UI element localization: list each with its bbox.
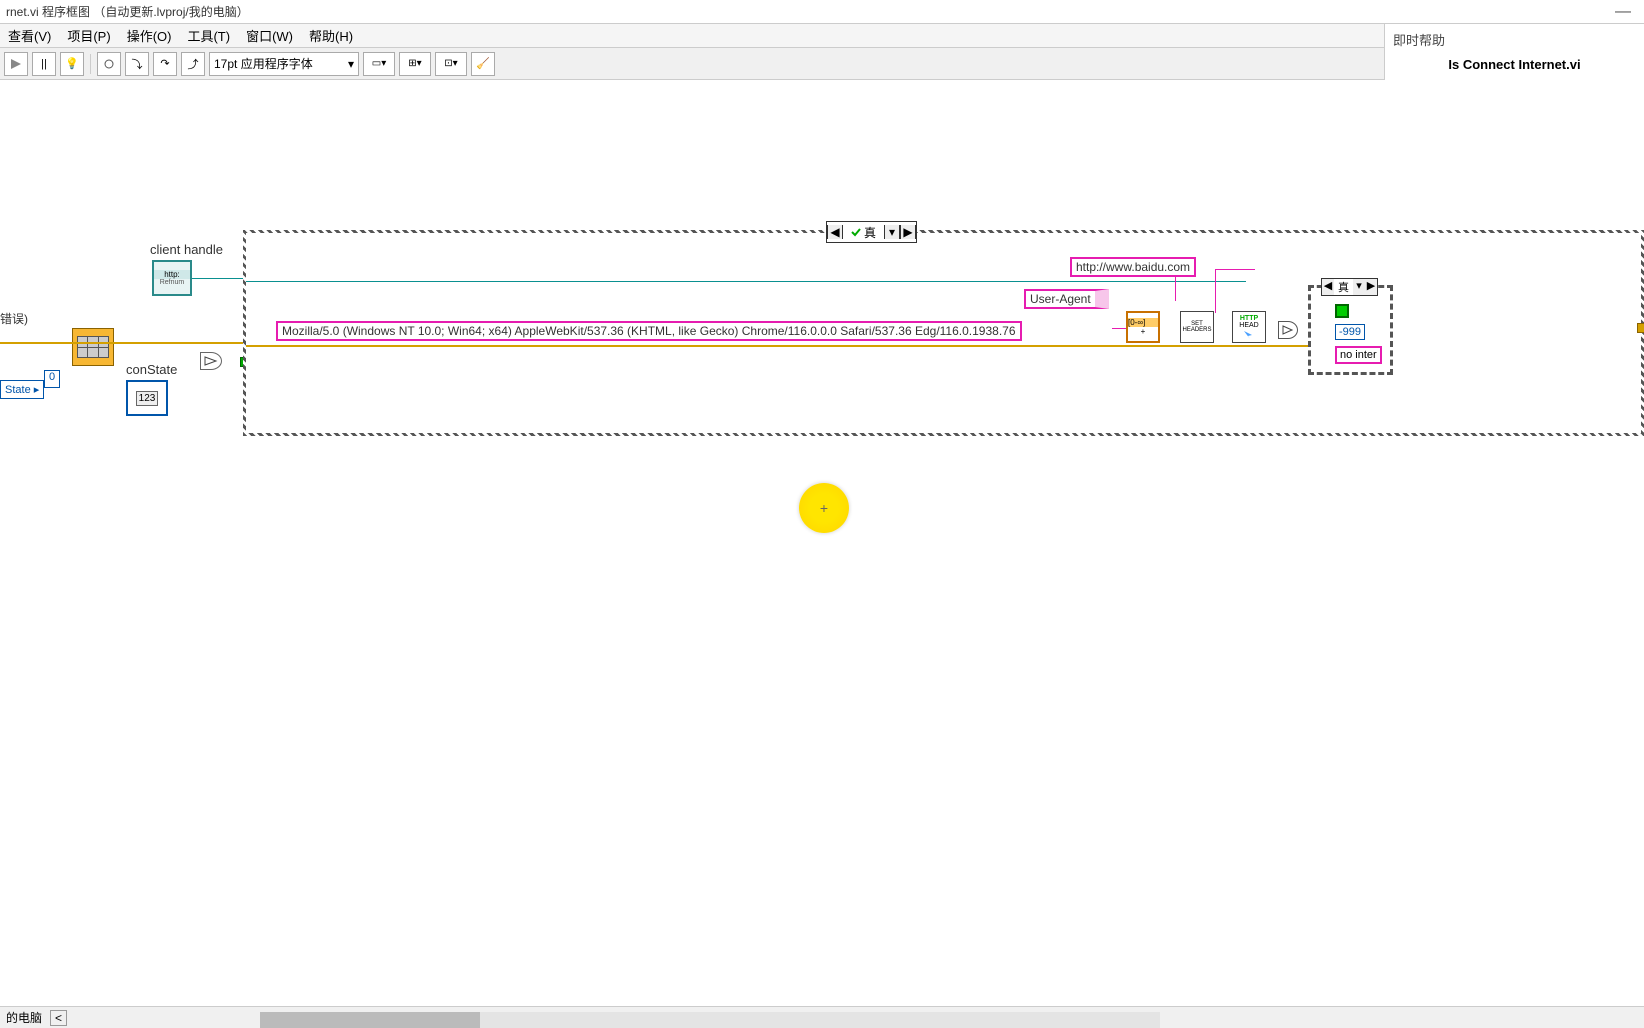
state-cluster-constant[interactable]: State ▸ — [0, 380, 44, 399]
window-title: rnet.vi 程序框图 （自动更新.lvproj/我的电脑） — [6, 3, 249, 20]
font-selector[interactable]: 17pt 应用程序字体 ▾ — [209, 52, 359, 76]
client-wire-inside — [246, 281, 1246, 282]
highlight-execution-button[interactable]: 💡 — [60, 52, 84, 76]
inner-case-selector[interactable]: ◀ 真 ▾ ▶ — [1321, 278, 1378, 296]
constate-indicator[interactable]: 123 — [126, 380, 168, 416]
inner-case-prev[interactable]: ◀ — [1322, 279, 1334, 295]
font-selector-label: 17pt 应用程序字体 — [214, 55, 313, 72]
checkmark-icon — [851, 227, 861, 237]
merge-icon — [1282, 324, 1294, 336]
case-next-button[interactable]: ▶ — [900, 225, 916, 239]
error-source-constant[interactable]: no inter — [1335, 346, 1382, 364]
url-string-constant[interactable]: http://www.baidu.com — [1070, 257, 1196, 277]
status-bar: 的电脑 < — [0, 1006, 1644, 1028]
constate-label: conState — [126, 362, 177, 377]
url-wire-h — [1215, 269, 1255, 270]
constate-value: 123 — [136, 391, 159, 406]
error-code-constant[interactable]: -999 — [1335, 324, 1365, 340]
menu-help[interactable]: 帮助(H) — [301, 26, 361, 45]
menu-operate[interactable]: 操作(O) — [119, 26, 180, 45]
set-headers-node[interactable]: SET HEADERS — [1180, 311, 1214, 343]
error-wire — [0, 342, 243, 344]
http-head-node[interactable]: HTTP HEAD — [1232, 311, 1266, 343]
horizontal-scrollbar[interactable] — [260, 1012, 1160, 1028]
run-button[interactable] — [4, 52, 28, 76]
block-diagram-canvas[interactable]: client handle 错误) conState http: Refnum … — [0, 80, 1644, 1004]
http-client-refnum-control[interactable]: http: Refnum — [152, 260, 192, 296]
crosshair-icon: + — [820, 500, 828, 516]
unbundle-by-name-node[interactable] — [72, 328, 114, 366]
title-bar: rnet.vi 程序框图 （自动更新.lvproj/我的电脑） — — [0, 0, 1644, 24]
client-handle-wire — [192, 278, 243, 279]
merge-errors-node[interactable] — [1278, 321, 1298, 339]
menu-project[interactable]: 项目(P) — [59, 26, 118, 45]
case-dropdown-button[interactable]: ▾ — [884, 225, 900, 239]
inner-case-next[interactable]: ▶ — [1365, 279, 1377, 295]
align-dropdown[interactable]: ▭▾ — [363, 52, 395, 76]
error-in-label: 错误) — [0, 310, 28, 327]
run-arrow-icon — [9, 57, 23, 71]
cursor-highlight: + — [799, 483, 849, 533]
pause-button[interactable]: || — [32, 52, 56, 76]
inner-case-dd[interactable]: ▾ — [1353, 279, 1365, 295]
user-agent-key-constant[interactable]: User-Agent — [1024, 289, 1109, 309]
case-value-label: 真 — [864, 224, 876, 241]
help-vi-name: Is Connect Internet.vi — [1393, 57, 1636, 72]
build-array-top: [0-∞] — [1128, 318, 1158, 327]
retain-wires-button[interactable] — [97, 52, 121, 76]
step-out-button[interactable]: ⤴ — [181, 52, 205, 76]
distribute-dropdown[interactable]: ⊞▾ — [399, 52, 431, 76]
case-prev-button[interactable]: ◀ — [827, 225, 843, 239]
step-into-button[interactable]: ⤵ — [125, 52, 149, 76]
case-structure[interactable]: ◀ 真 ▾ ▶ http://www.baidu.com User-Agent … — [243, 230, 1644, 436]
error-output-tunnel[interactable] — [1637, 323, 1644, 333]
error-wire-inside — [246, 345, 1316, 347]
build-array-plus: + — [1141, 327, 1146, 336]
http-client-top: http: — [154, 270, 190, 279]
equal-compare-node[interactable] — [200, 352, 222, 370]
http-client-bot: Refnum — [160, 279, 185, 286]
ua-key-wire-v — [1175, 277, 1176, 301]
cleanup-button[interactable]: 🧹 — [471, 52, 495, 76]
minimize-button[interactable]: — — [1608, 3, 1638, 21]
inner-case-structure[interactable]: ◀ 真 ▾ ▶ -999 no inter — [1308, 285, 1393, 375]
status-collapse-button[interactable]: < — [50, 1010, 67, 1026]
menu-view[interactable]: 查看(V) — [0, 26, 59, 45]
client-handle-label: client handle — [150, 242, 223, 257]
true-constant[interactable] — [1335, 304, 1349, 318]
status-text: 的电脑 — [6, 1009, 42, 1026]
help-panel-header: 即时帮助 — [1393, 30, 1636, 49]
reorder-dropdown[interactable]: ⊡▾ — [435, 52, 467, 76]
step-over-button[interactable]: ↷ — [153, 52, 177, 76]
menu-tools[interactable]: 工具(T) — [179, 26, 238, 45]
case-selector[interactable]: ◀ 真 ▾ ▶ — [826, 221, 917, 243]
menu-window[interactable]: 窗口(W) — [238, 26, 301, 45]
inner-case-value: 真 — [1334, 279, 1353, 295]
scrollbar-thumb[interactable] — [260, 1012, 480, 1028]
zero-constant[interactable]: 0 — [44, 370, 60, 388]
build-array-node[interactable]: [0-∞] + — [1126, 311, 1160, 343]
cursor-icon — [1242, 329, 1256, 339]
url-wire — [1215, 269, 1216, 313]
probe-icon — [102, 57, 116, 71]
user-agent-value-constant[interactable]: Mozilla/5.0 (Windows NT 10.0; Win64; x64… — [276, 321, 1022, 341]
chevron-down-icon: ▾ — [348, 57, 354, 71]
compare-triangle-icon — [204, 356, 218, 366]
